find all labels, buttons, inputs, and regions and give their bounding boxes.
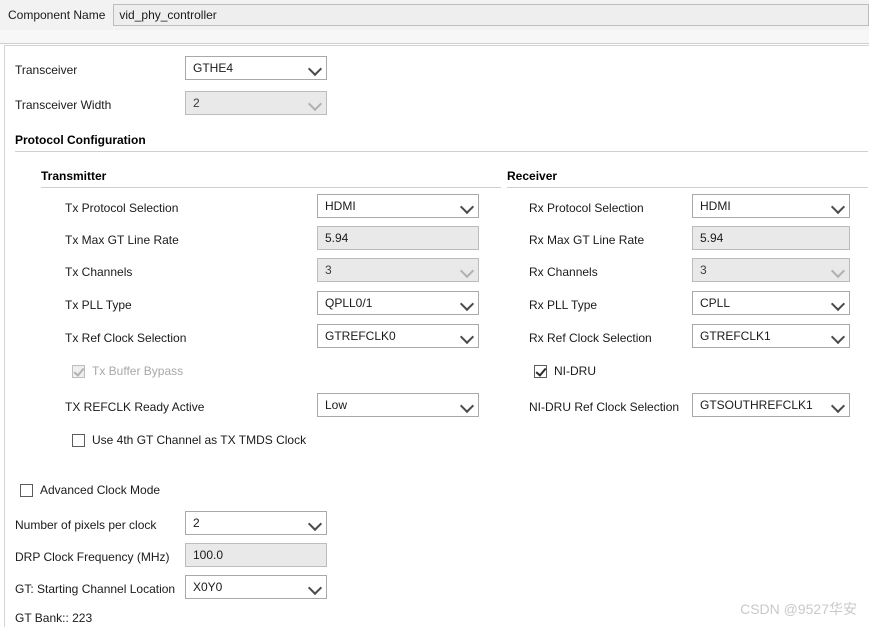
checkbox-icon [72, 365, 85, 378]
chevron-down-icon [831, 296, 845, 310]
chevron-down-icon [460, 263, 474, 277]
tx-refclk-ready-active-select[interactable]: Low [317, 393, 479, 417]
chevron-down-icon [831, 263, 845, 277]
transceiver-width-value: 2 [193, 96, 304, 110]
checkbox-icon [534, 365, 547, 378]
ni-dru-ref-clock-selection-select[interactable]: GTSOUTHREFCLK1 [692, 393, 850, 417]
pixels-per-clock-select[interactable]: 2 [185, 511, 327, 535]
gt-starting-channel-location-value: X0Y0 [193, 580, 304, 594]
ni-dru-ref-clock-selection-value: GTSOUTHREFCLK1 [700, 398, 827, 412]
rx-ref-clock-selection-label: Rx Ref Clock Selection [529, 331, 652, 345]
rx-channels-value: 3 [700, 263, 827, 277]
transceiver-select[interactable]: GTHE4 [185, 56, 327, 80]
advanced-clock-mode-checkbox[interactable]: Advanced Clock Mode [20, 483, 160, 497]
tx-ref-clock-selection-value: GTREFCLK0 [325, 329, 456, 343]
tx-protocol-selection-label: Tx Protocol Selection [65, 201, 178, 215]
chevron-down-icon [460, 398, 474, 412]
tx-buffer-bypass-checkbox[interactable]: Tx Buffer Bypass [72, 364, 183, 378]
rx-channels-label: Rx Channels [529, 265, 598, 279]
pixels-per-clock-value: 2 [193, 516, 304, 530]
tx-channels-select[interactable]: 3 [317, 258, 479, 282]
tx-protocol-selection-select[interactable]: HDMI [317, 194, 479, 218]
tx-pll-type-select[interactable]: QPLL0/1 [317, 291, 479, 315]
tx-max-gt-line-rate-input[interactable]: 5.94 [317, 226, 479, 250]
use-4th-gt-channel-label: Use 4th GT Channel as TX TMDS Clock [92, 433, 306, 447]
ni-dru-ref-clock-selection-label: NI-DRU Ref Clock Selection [529, 400, 679, 414]
receiver-title: Receiver [507, 169, 557, 183]
component-name-input[interactable]: vid_phy_controller [113, 4, 869, 26]
chevron-down-icon [308, 516, 322, 530]
component-name-label: Component Name [0, 8, 105, 22]
tx-channels-label: Tx Channels [65, 265, 132, 279]
drp-clock-frequency-label: DRP Clock Frequency (MHz) [15, 550, 169, 564]
rx-pll-type-value: CPLL [700, 296, 827, 310]
receiver-rule [507, 187, 868, 188]
transceiver-label: Transceiver [15, 63, 77, 77]
tx-pll-type-label: Tx PLL Type [65, 298, 132, 312]
rx-protocol-selection-value: HDMI [700, 199, 827, 213]
advanced-clock-mode-label: Advanced Clock Mode [40, 483, 160, 497]
use-4th-gt-channel-checkbox[interactable]: Use 4th GT Channel as TX TMDS Clock [72, 433, 306, 447]
configuration-panel: Transceiver GTHE4 Transceiver Width 2 Pr… [4, 45, 869, 627]
rx-channels-select[interactable]: 3 [692, 258, 850, 282]
transceiver-value: GTHE4 [193, 61, 304, 75]
tx-refclk-ready-active-value: Low [325, 398, 456, 412]
rx-ref-clock-selection-value: GTREFCLK1 [700, 329, 827, 343]
transmitter-title: Transmitter [41, 169, 106, 183]
chevron-down-icon [831, 329, 845, 343]
ni-dru-label: NI-DRU [554, 364, 596, 378]
ni-dru-checkbox[interactable]: NI-DRU [534, 364, 596, 378]
chevron-down-icon [308, 61, 322, 75]
rx-ref-clock-selection-select[interactable]: GTREFCLK1 [692, 324, 850, 348]
gt-starting-channel-location-select[interactable]: X0Y0 [185, 575, 327, 599]
pixels-per-clock-label: Number of pixels per clock [15, 518, 156, 532]
chevron-down-icon [831, 199, 845, 213]
transceiver-width-label: Transceiver Width [15, 98, 111, 112]
rx-protocol-selection-label: Rx Protocol Selection [529, 201, 644, 215]
chevron-down-icon [308, 96, 322, 110]
chevron-down-icon [460, 329, 474, 343]
drp-clock-frequency-input[interactable]: 100.0 [185, 543, 327, 567]
protocol-configuration-title: Protocol Configuration [15, 133, 146, 147]
rx-max-gt-line-rate-input[interactable]: 5.94 [692, 226, 850, 250]
rx-max-gt-line-rate-label: Rx Max GT Line Rate [529, 233, 644, 247]
csdn-watermark: CSDN @9527华安 [740, 599, 857, 619]
tx-protocol-selection-value: HDMI [325, 199, 456, 213]
tx-ref-clock-selection-label: Tx Ref Clock Selection [65, 331, 186, 345]
rx-pll-type-label: Rx PLL Type [529, 298, 597, 312]
component-name-header: Component Name vid_phy_controller [0, 0, 869, 30]
chevron-down-icon [831, 398, 845, 412]
rx-protocol-selection-select[interactable]: HDMI [692, 194, 850, 218]
gt-starting-channel-location-label: GT: Starting Channel Location [15, 582, 175, 596]
checkbox-icon [72, 434, 85, 447]
tx-refclk-ready-active-label: TX REFCLK Ready Active [65, 400, 204, 414]
protocol-configuration-rule [15, 151, 868, 152]
tx-buffer-bypass-label: Tx Buffer Bypass [92, 364, 183, 378]
gt-bank-text: GT Bank:: 223 [15, 611, 92, 625]
checkbox-icon [20, 484, 33, 497]
transceiver-width-select[interactable]: 2 [185, 91, 327, 115]
tx-ref-clock-selection-select[interactable]: GTREFCLK0 [317, 324, 479, 348]
tx-channels-value: 3 [325, 263, 456, 277]
chevron-down-icon [460, 296, 474, 310]
transmitter-rule [41, 187, 501, 188]
header-separator [0, 30, 869, 44]
chevron-down-icon [460, 199, 474, 213]
rx-pll-type-select[interactable]: CPLL [692, 291, 850, 315]
tx-pll-type-value: QPLL0/1 [325, 296, 456, 310]
chevron-down-icon [308, 580, 322, 594]
tx-max-gt-line-rate-label: Tx Max GT Line Rate [65, 233, 179, 247]
